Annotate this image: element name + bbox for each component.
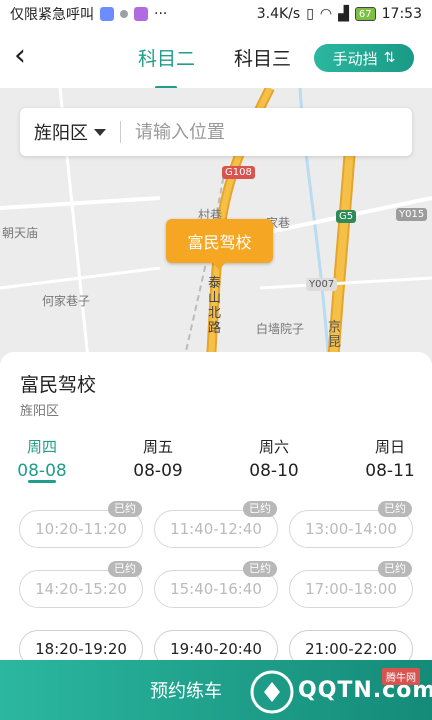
weekday-label: 周日: [374, 438, 405, 456]
road-shield-g108: G108: [222, 166, 255, 179]
date-tab-underline: [28, 480, 56, 483]
caret-down-icon: [94, 128, 106, 136]
school-map-marker[interactable]: 富民驾校: [166, 219, 273, 270]
time-slot[interactable]: 13:00-14:00 已约: [289, 501, 413, 548]
school-name: 富民驾校: [20, 374, 97, 396]
date-tab-0809[interactable]: 周五 08-09: [128, 436, 188, 481]
time-slot[interactable]: 14:20-15:20 已约: [19, 561, 143, 608]
vibrate-icon: ▯: [306, 6, 314, 22]
time-slot[interactable]: 17:00-18:00 已约: [289, 561, 413, 608]
app-icon: [134, 7, 148, 21]
weekday-label: 周四: [26, 438, 57, 456]
date-label: 08-10: [249, 461, 299, 481]
weekday-label: 周六: [258, 438, 289, 456]
clock-time: 17:53: [381, 6, 422, 22]
district-label: 旌阳区: [34, 123, 88, 144]
status-bar: 仅限紧急呼叫 ··· 3.4K/s ▯ ◠ ▟ 67 17:53: [0, 0, 432, 28]
slot-time: 19:40-20:40: [170, 640, 262, 658]
booked-badge: 已约: [108, 561, 142, 577]
book-practice-label: 预约练车: [150, 681, 222, 702]
wifi-icon: ◠: [319, 6, 333, 22]
time-slot[interactable]: 11:40-12:40 已约: [154, 501, 278, 548]
date-tab-0810[interactable]: 周六 08-10: [244, 436, 304, 481]
road-shield-y015: Y015: [396, 208, 428, 221]
road-shield-g5: G5: [336, 210, 357, 223]
slot-time: 21:00-22:00: [305, 640, 397, 658]
watermark: QQTN.com 腾牛网: [242, 664, 432, 720]
map-label-taishan-road: 泰山北路: [208, 276, 222, 336]
road-shield-y007: Y007: [306, 278, 338, 291]
more-dots-icon: ···: [154, 6, 168, 22]
location-search-input[interactable]: [135, 121, 385, 143]
booked-badge: 已约: [243, 501, 277, 517]
signal-icon: ▟: [338, 6, 349, 22]
gear-label: 手动挡: [332, 49, 378, 68]
map-label-chaotianmiao: 朝天庙: [2, 226, 39, 240]
app-notification-icon: [100, 7, 114, 21]
switch-icon: ⇅: [383, 50, 396, 66]
booked-badge: 已约: [243, 561, 277, 577]
date-label: 08-09: [133, 461, 183, 481]
slot-time: 14:20-15:20: [35, 580, 127, 598]
top-nav: ‹ 科目二 科目三 手动挡 ⇅: [0, 28, 432, 89]
manual-gear-toggle[interactable]: 手动挡 ⇅: [314, 44, 414, 72]
date-label: 08-08: [17, 461, 67, 481]
booked-badge: 已约: [108, 501, 142, 517]
date-tabs: 周四 08-08 周五 08-09 周六 08-10 周日 08-11: [0, 436, 432, 486]
slot-time: 18:20-19:20: [35, 640, 127, 658]
date-tab-0811[interactable]: 周日 08-11: [360, 436, 420, 481]
map-label-jingkun: 京昆: [328, 320, 342, 350]
battery-icon: 67: [354, 7, 376, 21]
school-district: 旌阳区: [20, 404, 60, 419]
search-divider: [120, 121, 121, 143]
time-slot[interactable]: 15:40-16:40 已约: [154, 561, 278, 608]
slot-time: 11:40-12:40: [170, 520, 262, 538]
watermark-tag: 腾牛网: [382, 668, 420, 685]
booked-badge: 已约: [378, 561, 412, 577]
booked-badge: 已约: [378, 501, 412, 517]
date-tab-0808[interactable]: 周四 08-08: [12, 436, 72, 481]
tab-subject-two[interactable]: 科目二: [138, 44, 195, 71]
date-label: 08-11: [365, 461, 415, 481]
district-selector[interactable]: 旌阳区: [20, 119, 106, 145]
slot-time: 15:40-16:40: [170, 580, 262, 598]
map-label-baiqiangyuanzi: 白墙院子: [256, 322, 305, 336]
network-speed: 3.4K/s: [256, 6, 301, 22]
slot-time: 13:00-14:00: [305, 520, 397, 538]
message-icon: [120, 10, 128, 18]
weekday-label: 周五: [142, 438, 173, 456]
slot-time: 17:00-18:00: [305, 580, 397, 598]
map-label-hejiaxiangzi: 何家巷子: [42, 294, 91, 308]
time-slot[interactable]: 10:20-11:20 已约: [19, 501, 143, 548]
location-search-bar: 旌阳区: [20, 108, 412, 156]
carrier-text: 仅限紧急呼叫: [10, 7, 94, 23]
tab-subject-three[interactable]: 科目三: [234, 44, 291, 71]
slot-time: 10:20-11:20: [35, 520, 127, 538]
back-icon[interactable]: ‹: [14, 41, 44, 72]
